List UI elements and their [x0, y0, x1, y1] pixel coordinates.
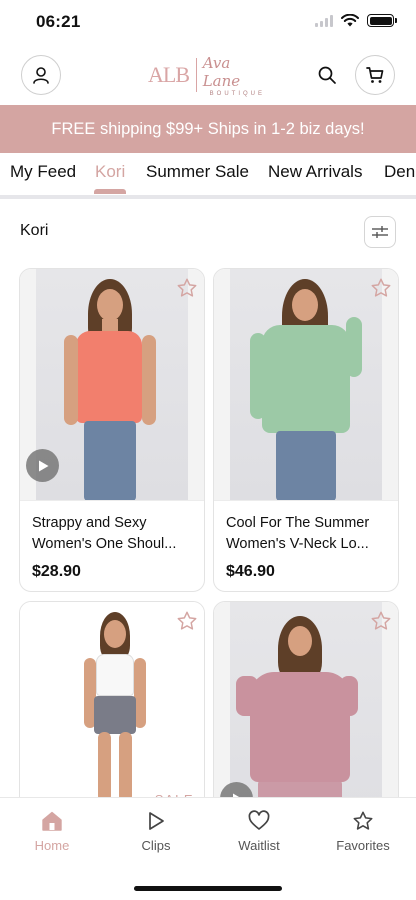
nav-favorites[interactable]: Favorites — [318, 810, 408, 853]
product-card[interactable]: Cool For The Summer Women's V-Neck Lo...… — [213, 268, 399, 592]
product-price: $46.90 — [226, 563, 275, 580]
battery-icon — [367, 14, 397, 27]
favorite-button[interactable] — [176, 610, 198, 637]
nav-clips[interactable]: Clips — [111, 810, 201, 853]
filter-button[interactable] — [364, 216, 396, 248]
search-button[interactable] — [314, 62, 340, 88]
play-icon — [149, 812, 164, 830]
wifi-icon — [341, 14, 359, 27]
home-indicator — [134, 886, 282, 891]
logo-subtitle: BOUTIQUE — [209, 90, 266, 97]
favorite-button[interactable] — [176, 277, 198, 304]
tab-summer-sale[interactable]: Summer Sale — [146, 162, 249, 182]
search-icon — [318, 66, 336, 84]
product-title[interactable]: Cool For The Summer Women's V-Neck Lo... — [226, 513, 390, 555]
logo-script: Ava Lane — [202, 53, 241, 90]
brand-logo[interactable]: ALB Ava Lane BOUTIQUE — [148, 53, 272, 97]
nav-waitlist[interactable]: Waitlist — [214, 810, 304, 853]
product-price: $28.90 — [32, 563, 81, 580]
model-photo — [250, 277, 362, 501]
product-garment — [96, 654, 134, 696]
nav-label: Waitlist — [238, 838, 280, 853]
favorite-button[interactable] — [370, 277, 392, 304]
logo-monogram: ALB — [148, 62, 190, 87]
star-icon — [177, 611, 197, 630]
heart-icon — [248, 810, 270, 830]
cart-icon — [366, 67, 384, 83]
nav-label: Clips — [141, 838, 171, 853]
tab-new-arrivals[interactable]: New Arrivals — [268, 162, 362, 182]
status-bar: 06:21 — [0, 0, 416, 46]
status-icons — [315, 14, 397, 27]
user-icon — [33, 67, 49, 84]
nav-home[interactable]: Home — [7, 810, 97, 853]
play-icon — [38, 460, 48, 471]
active-tab-indicator — [94, 189, 126, 194]
product-card[interactable]: Strappy and Sexy Women's One Shoul... $2… — [19, 268, 205, 592]
star-icon — [177, 278, 197, 297]
nav-label: Favorites — [336, 838, 390, 853]
promo-banner[interactable]: FREE shipping $99+ Ships in 1-2 biz days… — [0, 105, 416, 153]
product-title[interactable]: Strappy and Sexy Women's One Shoul... — [32, 513, 196, 555]
home-icon — [42, 811, 62, 831]
section-title: Kori — [20, 222, 49, 239]
app-header: ALB Ava Lane BOUTIQUE — [0, 52, 416, 98]
account-button[interactable] — [21, 55, 61, 95]
tab-my-feed[interactable]: My Feed — [10, 162, 76, 182]
favorite-button[interactable] — [370, 610, 392, 637]
star-icon — [371, 611, 391, 630]
tabs-divider — [0, 195, 416, 199]
star-icon — [371, 278, 391, 297]
tab-den[interactable]: Den — [384, 162, 415, 182]
cellular-signal-icon — [315, 14, 333, 27]
star-icon — [353, 811, 373, 830]
status-time: 06:21 — [36, 12, 81, 31]
tab-kori[interactable]: Kori — [95, 162, 125, 182]
product-garment — [250, 672, 350, 782]
nav-label: Home — [34, 838, 70, 853]
category-tabs: My Feed Kori Summer Sale New Arrivals De… — [0, 153, 416, 195]
product-image[interactable] — [20, 269, 204, 501]
product-image[interactable] — [214, 269, 398, 501]
sliders-icon — [372, 226, 388, 238]
product-garment — [76, 331, 142, 423]
play-video-button[interactable] — [26, 449, 59, 482]
cart-button[interactable] — [355, 55, 395, 95]
model-photo — [60, 275, 160, 501]
product-garment — [262, 325, 350, 433]
bottom-navigation: Home Clips Waitlist Favorites — [0, 797, 416, 900]
